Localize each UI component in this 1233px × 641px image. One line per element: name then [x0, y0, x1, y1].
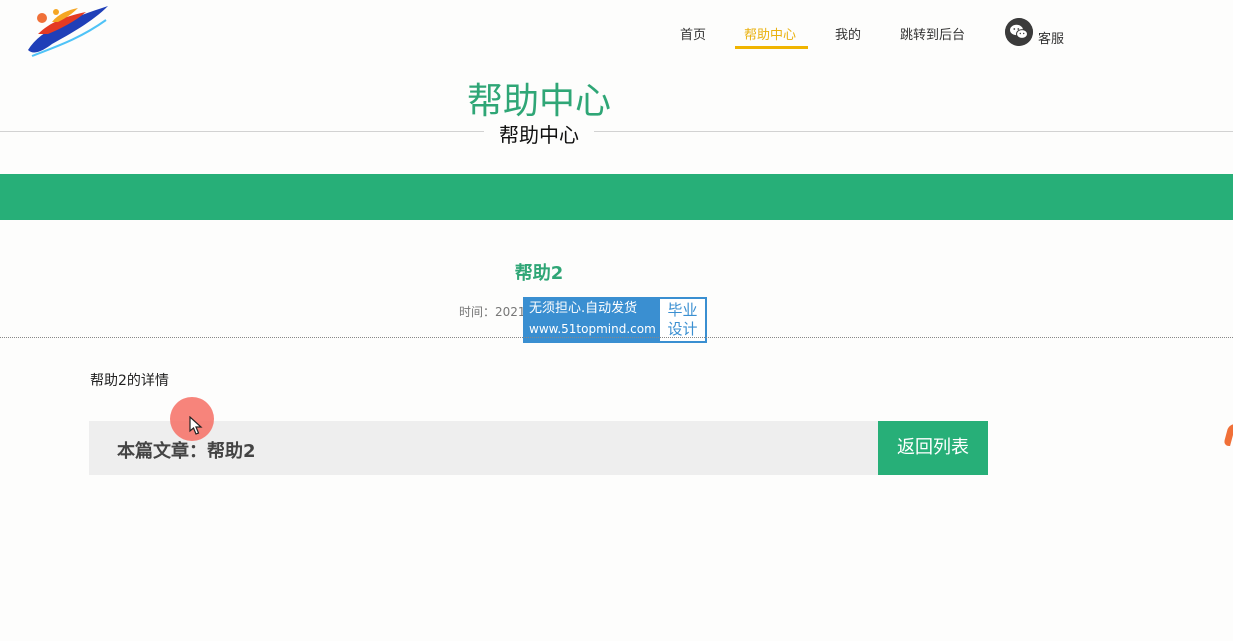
page-title: 帮助中心	[466, 81, 611, 122]
nav-home[interactable]: 首页	[680, 24, 706, 43]
watermark-line2: www.51topmind.com	[529, 322, 656, 336]
nav-active-indicator	[735, 46, 808, 49]
current-article-label: 本篇文章：帮助2	[117, 441, 256, 462]
customer-service-link[interactable]: 客服	[1038, 28, 1064, 47]
article-divider	[0, 337, 1233, 338]
top-nav: 首页 帮助中心 我的 跳转到后台 客服	[0, 0, 1233, 60]
wechat-icon[interactable]	[1005, 18, 1033, 46]
banner-band	[0, 174, 1233, 220]
article-title: 帮助2	[514, 263, 564, 284]
article-content: 帮助2的详情	[90, 373, 169, 389]
watermark-line1: 无须担心.自动发货	[529, 301, 638, 316]
mouse-cursor-icon	[189, 416, 203, 435]
watermark-left: 无须担心.自动发货 www.51topmind.com	[525, 299, 660, 341]
watermark-right-line1: 毕业	[667, 301, 698, 319]
back-to-list-button[interactable]: 返回列表	[878, 421, 988, 475]
nav-mine[interactable]: 我的	[835, 24, 861, 43]
edge-decoration	[1223, 424, 1233, 446]
nav-admin[interactable]: 跳转到后台	[900, 24, 965, 43]
watermark-right: 毕业 设计	[660, 299, 705, 341]
page-subtitle: 帮助中心	[499, 123, 579, 147]
article-time: 时间：2021	[459, 305, 526, 319]
nav-help-center[interactable]: 帮助中心	[744, 24, 796, 43]
